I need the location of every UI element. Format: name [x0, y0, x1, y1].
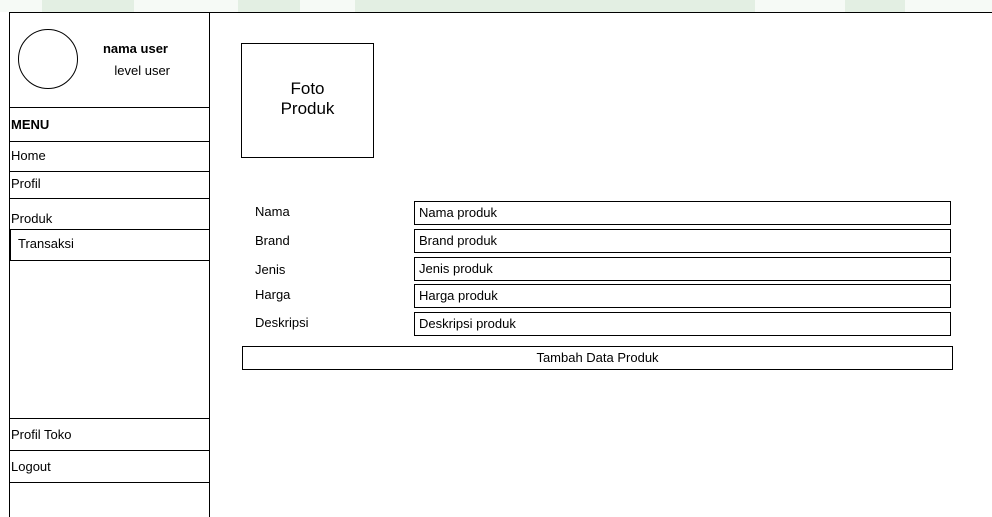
avatar	[18, 29, 78, 89]
top-decoration-strip-2	[238, 0, 300, 12]
photo-label-line-2: Produk	[280, 99, 335, 118]
label-nama: Nama	[255, 204, 290, 219]
sidebar-divider	[10, 418, 209, 419]
harga-input[interactable]: Harga produk	[414, 284, 951, 308]
deskripsi-input[interactable]: Deskripsi produk	[414, 312, 951, 336]
sidebar-divider	[10, 171, 209, 172]
sidebar-divider	[10, 450, 209, 451]
sidebar-item-home[interactable]: Home	[11, 148, 46, 163]
label-jenis: Jenis	[255, 262, 286, 277]
sidebar-divider	[10, 198, 209, 199]
photo-label-line-1: Foto	[290, 79, 325, 98]
sidebar-item-logout[interactable]: Logout	[11, 459, 51, 474]
label-harga: Harga	[255, 287, 291, 302]
user-name: nama user	[102, 41, 168, 56]
sidebar-item-transaksi[interactable]: Transaksi	[10, 229, 210, 261]
tambah-data-produk-button[interactable]: Tambah Data Produk	[242, 346, 953, 370]
product-photo-placeholder[interactable]: Foto Produk	[241, 43, 374, 158]
top-decoration-strip-4	[845, 0, 905, 12]
sidebar-divider	[10, 107, 209, 108]
menu-heading: MENU	[11, 117, 50, 132]
label-deskripsi: Deskripsi	[255, 315, 309, 330]
nama-input[interactable]: Nama produk	[414, 201, 951, 225]
sidebar-item-profil-toko[interactable]: Profil Toko	[11, 427, 71, 442]
user-level: level user	[114, 63, 170, 78]
top-decoration-strip-1	[42, 0, 134, 12]
sidebar: nama user level user MENU Home Profil Pr…	[9, 12, 210, 517]
sidebar-item-profil[interactable]: Profil	[11, 176, 41, 191]
sidebar-item-label: Transaksi	[18, 236, 74, 251]
brand-input[interactable]: Brand produk	[414, 229, 951, 253]
jenis-input[interactable]: Jenis produk	[414, 257, 951, 281]
sidebar-item-produk[interactable]: Produk	[11, 211, 52, 226]
sidebar-divider	[10, 482, 209, 483]
sidebar-divider	[10, 141, 209, 142]
label-brand: Brand	[255, 233, 290, 248]
top-decoration-strip-3	[355, 0, 755, 12]
